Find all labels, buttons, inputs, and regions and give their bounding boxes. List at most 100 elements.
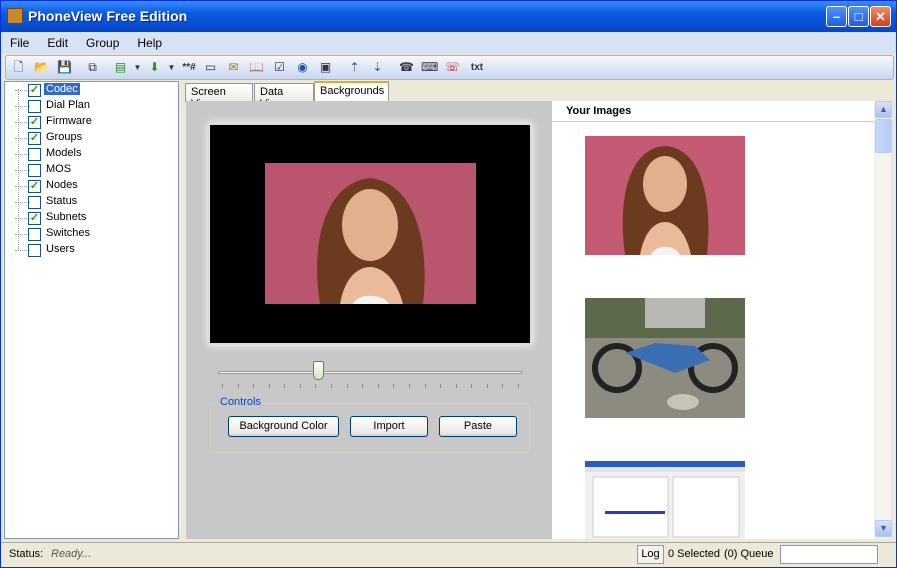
menu-file[interactable]: File xyxy=(1,32,38,50)
download-icon[interactable]: ⇣ xyxy=(369,59,386,76)
tree-item-label: Groups xyxy=(46,131,83,143)
checkbox[interactable] xyxy=(28,244,41,257)
tab-backgrounds[interactable]: Backgrounds xyxy=(314,81,389,102)
mail-icon[interactable]: ✉ xyxy=(225,59,242,76)
open-icon[interactable]: 📂 xyxy=(33,59,50,76)
menu-group[interactable]: Group xyxy=(77,32,128,50)
chevron-down-icon[interactable]: ▼ xyxy=(129,59,146,76)
globe-icon[interactable]: ◉ xyxy=(294,59,311,76)
gallery-image-motorcycle[interactable] xyxy=(585,298,745,418)
scroll-thumb[interactable] xyxy=(875,119,892,153)
txt-icon[interactable]: txt xyxy=(467,59,487,76)
tree-item-label: Firmware xyxy=(46,115,92,127)
gallery-header: Your Images xyxy=(566,105,632,117)
keyboard-icon[interactable]: ⌨ xyxy=(421,59,438,76)
menu-edit[interactable]: Edit xyxy=(38,32,77,50)
status-label: Status: xyxy=(9,548,44,560)
blank-icon[interactable]: ▭ xyxy=(202,59,219,76)
slider-tick xyxy=(253,384,255,388)
slider-tick xyxy=(315,384,317,388)
app-window: PhoneView Free Edition – □ ✕ File Edit Gro… xyxy=(0,0,897,568)
slider-tick xyxy=(518,384,519,388)
checkbox[interactable]: ✓ xyxy=(28,116,41,129)
new-icon[interactable]: 🗋 xyxy=(10,59,27,76)
controls-label: Controls xyxy=(219,396,262,408)
gallery-scrollbar[interactable]: ▲ ▼ xyxy=(874,101,892,539)
slider-tick xyxy=(424,384,426,388)
scroll-up-icon[interactable]: ▲ xyxy=(875,101,892,118)
slider-tick xyxy=(377,384,379,388)
slider-tick xyxy=(299,384,301,388)
password-icon[interactable]: **# xyxy=(178,59,200,76)
slider-tick xyxy=(237,384,239,388)
queue-field[interactable] xyxy=(780,545,878,564)
phone-list-icon[interactable]: ☎ xyxy=(398,59,415,76)
checkbox[interactable] xyxy=(28,164,41,177)
gallery-image-portrait[interactable] xyxy=(585,136,745,255)
checkbox[interactable]: ✓ xyxy=(28,212,41,225)
background-color-button[interactable]: Background Color xyxy=(228,416,339,437)
tree-item-label: MOS xyxy=(46,163,72,175)
checklist-icon[interactable]: ☑ xyxy=(271,59,288,76)
slider-tick xyxy=(486,384,488,388)
portrait-photo xyxy=(265,163,476,304)
window-title: PhoneView Free Edition xyxy=(28,8,188,24)
image-gallery: Your Images xyxy=(552,101,874,539)
checkbox[interactable]: ✓ xyxy=(28,180,41,193)
slider-tick xyxy=(331,384,333,388)
menu-help[interactable]: Help xyxy=(128,32,171,50)
import-button[interactable]: Import xyxy=(350,416,428,437)
slider-tick xyxy=(502,384,504,388)
upload-icon[interactable]: ⇡ xyxy=(346,59,363,76)
checkbox[interactable] xyxy=(28,100,41,113)
controls-group: Controls Background Color Import Paste xyxy=(210,396,530,453)
slider-tick xyxy=(393,384,395,388)
slider-ticks xyxy=(222,384,519,388)
tab-data-view[interactable]: Data View xyxy=(254,83,314,110)
background-editor: Controls Background Color Import Paste xyxy=(186,101,552,539)
tree-item-label: Models xyxy=(46,147,82,159)
close-button[interactable]: ✕ xyxy=(870,6,891,27)
tab-screen-view[interactable]: Screen View xyxy=(185,83,253,110)
tree-item-label: Dial Plan xyxy=(46,99,91,111)
checkbox[interactable]: ✓ xyxy=(28,132,41,145)
tree-item-label: Subnets xyxy=(46,211,87,223)
title-bar[interactable]: PhoneView Free Edition – □ ✕ xyxy=(1,1,896,32)
tree-item-label: Users xyxy=(46,243,75,255)
save-icon[interactable]: 💾 xyxy=(56,59,73,76)
export-icon[interactable]: ▤ xyxy=(112,59,129,76)
minimize-button[interactable]: – xyxy=(826,6,847,27)
log-button[interactable]: Log xyxy=(637,545,664,564)
checkbox[interactable]: ✓ xyxy=(28,84,41,97)
selected-count: 0 Selected xyxy=(668,548,720,560)
toolbar: 🗋 📂 💾 ⧉ ▤ ▼ ⬇ ▼ **# ▭ ✉ 📖 ☑ ◉ ▣ ⇡ ⇣ ☎ ⌨ … xyxy=(5,55,894,80)
opacity-slider[interactable] xyxy=(208,359,532,399)
slider-tick xyxy=(471,384,473,388)
copy-icon[interactable]: ⧉ xyxy=(84,59,101,76)
tree-item-label: Switches xyxy=(46,227,91,239)
film-icon[interactable]: ▣ xyxy=(317,59,334,76)
checkbox[interactable] xyxy=(28,148,41,161)
slider-tick xyxy=(346,384,348,388)
book-icon[interactable]: 📖 xyxy=(248,59,265,76)
slider-tick xyxy=(284,384,286,388)
checkbox[interactable] xyxy=(28,196,41,209)
background-preview xyxy=(208,123,532,345)
checkbox[interactable] xyxy=(28,228,41,241)
paste-button[interactable]: Paste xyxy=(439,416,517,437)
maximize-button[interactable]: □ xyxy=(848,6,869,27)
import-icon[interactable]: ⬇ xyxy=(146,59,163,76)
slider-tick xyxy=(268,384,270,388)
gallery-image-screenshot[interactable] xyxy=(585,461,745,539)
slider-tick xyxy=(455,384,457,388)
slider-track[interactable] xyxy=(218,371,522,374)
slider-tick xyxy=(362,384,364,388)
scroll-down-icon[interactable]: ▼ xyxy=(875,520,892,537)
tree-item-label: Status xyxy=(46,195,78,207)
slider-tick xyxy=(408,384,410,388)
queue-count: (0) Queue xyxy=(724,548,774,560)
tree-item-label: Nodes xyxy=(46,179,78,191)
slider-thumb[interactable] xyxy=(313,361,325,380)
menu-bar: File Edit Group Help xyxy=(1,32,896,54)
sos-phone-icon[interactable]: ☏ xyxy=(444,59,461,76)
